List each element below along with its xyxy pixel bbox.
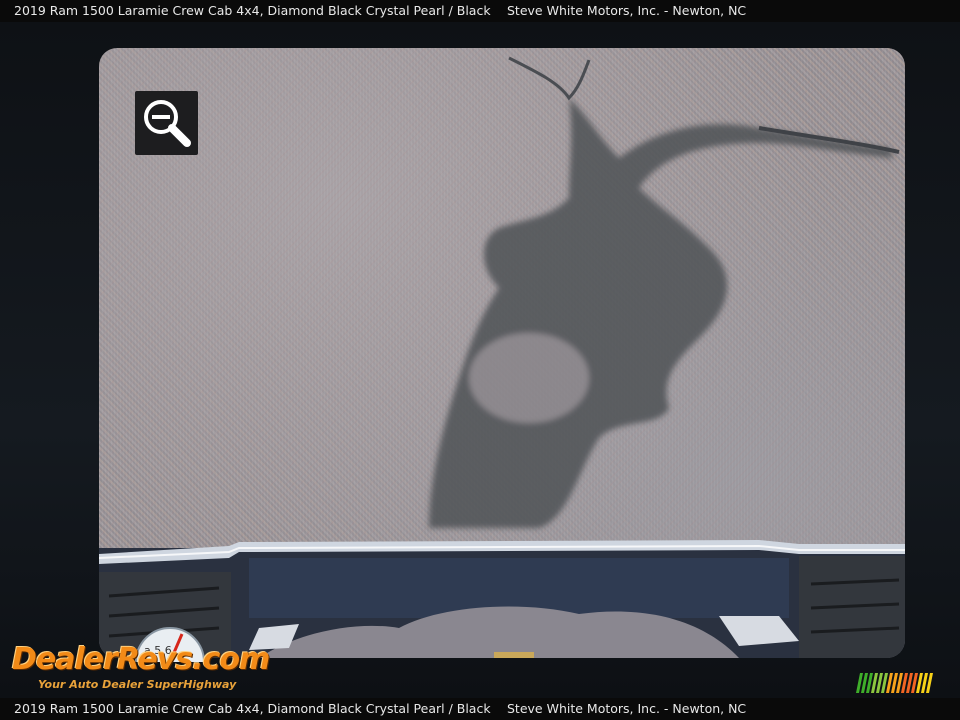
dealerrevs-logo: a 5 6 DealerRevs.com Your Auto Dealer Su… bbox=[12, 620, 270, 700]
zoom-out-button[interactable] bbox=[135, 91, 198, 155]
rear-camera-view bbox=[99, 48, 905, 658]
zoom-out-icon bbox=[143, 100, 191, 147]
vehicle-description: 2019 Ram 1500 Laramie Crew Cab 4x4, Diam… bbox=[14, 3, 491, 18]
top-caption-bar: 2019 Ram 1500 Laramie Crew Cab 4x4, Diam… bbox=[0, 0, 960, 22]
vehicle-description-bottom: 2019 Ram 1500 Laramie Crew Cab 4x4, Diam… bbox=[14, 701, 491, 716]
logo-wordmark: DealerRevs.com bbox=[12, 642, 270, 677]
bottom-caption-bar: 2019 Ram 1500 Laramie Crew Cab 4x4, Diam… bbox=[0, 698, 960, 720]
logo-tagline: Your Auto Dealer SuperHighway bbox=[38, 678, 237, 691]
dealer-name: Steve White Motors, Inc. - Newton, NC bbox=[507, 3, 747, 18]
color-stripes-icon bbox=[856, 673, 933, 693]
dealer-name-bottom: Steve White Motors, Inc. - Newton, NC bbox=[507, 701, 747, 716]
